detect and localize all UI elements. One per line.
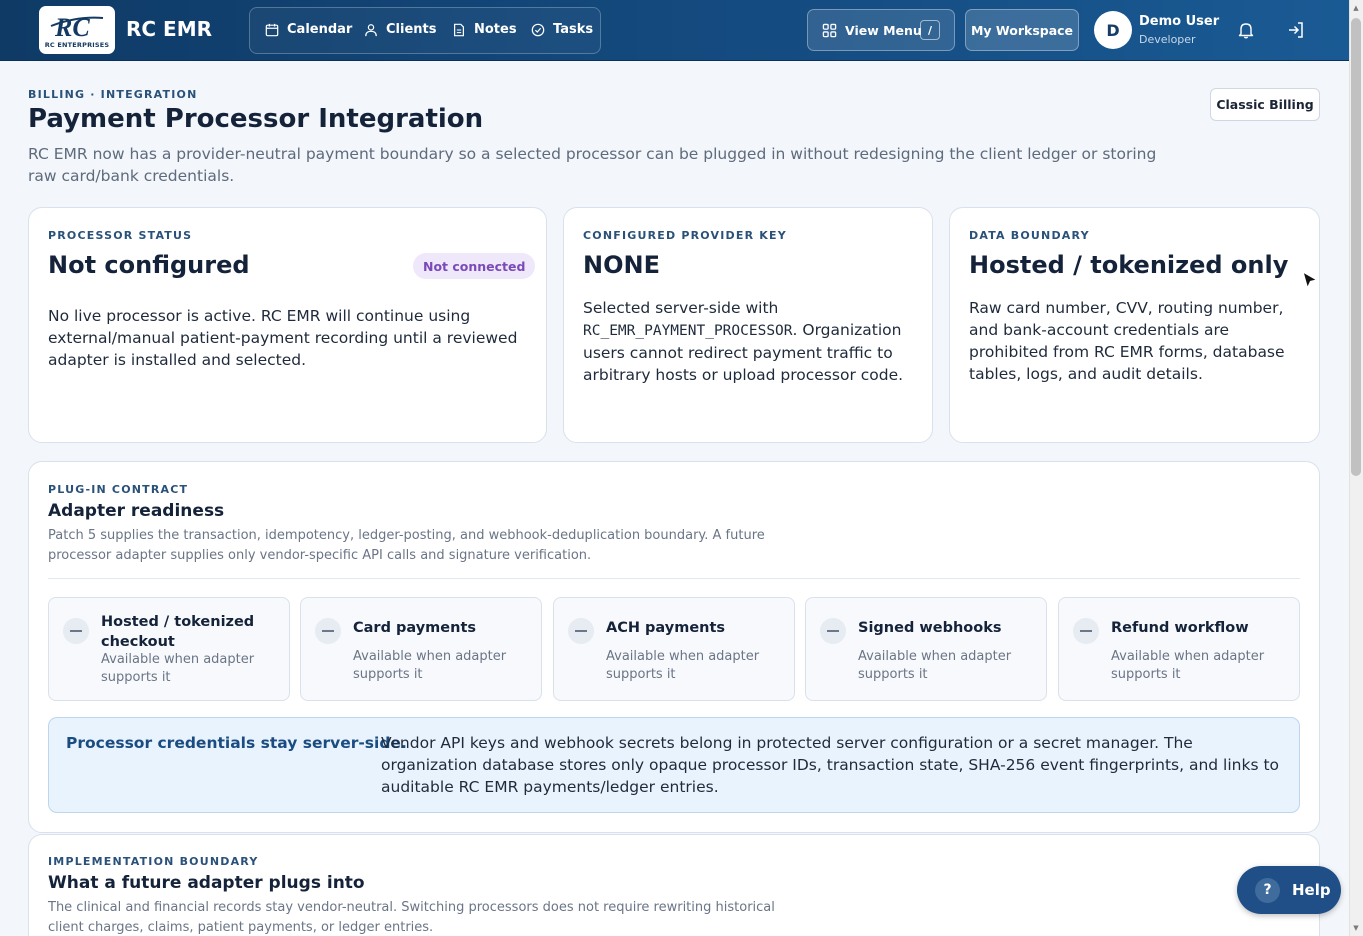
card-eyebrow: CONFIGURED PROVIDER KEY <box>583 229 787 242</box>
capability-card: Hosted / tokenized checkout Available wh… <box>48 597 290 701</box>
capability-title: Hosted / tokenized checkout <box>101 614 255 650</box>
capability-status: Available when adapter supports it <box>858 649 1012 682</box>
nav-tasks-label: Tasks <box>553 22 594 37</box>
provider-key-env-var: RC_EMR_PAYMENT_PROCESSOR <box>583 323 793 339</box>
section-eyebrow: IMPLEMENTATION BOUNDARY <box>48 855 259 868</box>
avatar[interactable]: D <box>1094 11 1132 49</box>
mouse-cursor-icon <box>1302 271 1318 289</box>
capability-title: Refund workflow <box>1111 620 1249 636</box>
check-circle-icon <box>531 23 545 36</box>
provider-key-body: Selected server-side with RC_EMR_PAYMENT… <box>583 297 918 386</box>
section-eyebrow: PLUG-IN CONTRACT <box>48 483 189 496</box>
section-title: Adapter readiness <box>48 501 225 521</box>
status-badge: Not connected <box>413 253 536 279</box>
processor-status-value: Not configured <box>48 251 250 279</box>
calendar-icon <box>265 23 279 36</box>
capability-status: Available when adapter supports it <box>101 652 255 685</box>
logo-mark-icon: RC <box>50 13 104 40</box>
page-eyebrow: BILLING · INTEGRATION <box>28 88 198 101</box>
app-title: RC EMR <box>126 17 213 41</box>
nav-notes-label: Notes <box>474 22 517 37</box>
capability-card: ACH payments Available when adapter supp… <box>553 597 795 701</box>
implementation-boundary-section: IMPLEMENTATION BOUNDARY What a future ad… <box>28 834 1320 936</box>
nav-tasks[interactable]: Tasks <box>531 22 593 37</box>
grid-icon <box>822 23 837 37</box>
help-label: Help <box>1292 881 1331 899</box>
help-button[interactable]: ? Help <box>1237 866 1341 914</box>
top-navigation-bar: RC RC ENTERPRISES RC EMR Calendar Client… <box>0 0 1349 61</box>
pending-icon <box>568 618 594 644</box>
capability-title: Signed webhooks <box>858 620 1002 636</box>
rc-enterprises-logo[interactable]: RC RC ENTERPRISES <box>39 6 115 54</box>
pending-icon <box>1073 618 1099 644</box>
nav-calendar-label: Calendar <box>287 22 353 37</box>
scrollbar-thumb[interactable] <box>1351 18 1361 476</box>
user-icon <box>365 23 377 36</box>
credentials-note: Processor credentials stay server-side. … <box>48 717 1300 813</box>
section-title: What a future adapter plugs into <box>48 873 365 893</box>
capability-title: ACH payments <box>606 620 726 636</box>
section-description: The clinical and financial records stay … <box>48 900 775 935</box>
page-description: RC EMR now has a provider-neutral paymen… <box>28 145 1157 185</box>
logo-text: RC ENTERPRISES <box>44 40 110 49</box>
provider-key-body-prefix: Selected server-side with <box>583 299 779 317</box>
capability-status: Available when adapter supports it <box>353 649 507 682</box>
view-menu-button[interactable]: View Menu / <box>807 9 955 51</box>
primary-nav: Calendar Clients Notes Tasks <box>249 7 601 54</box>
scroll-down-icon[interactable]: ▼ <box>1352 924 1360 932</box>
pending-icon <box>63 618 89 644</box>
help-icon: ? <box>1255 877 1280 903</box>
processor-status-card: PROCESSOR STATUS Not configured Not conn… <box>28 207 547 443</box>
user-name[interactable]: Demo User <box>1139 14 1219 29</box>
data-boundary-value: Hosted / tokenized only <box>969 251 1289 279</box>
nav-calendar[interactable]: Calendar <box>265 22 352 37</box>
note-body: Vendor API keys and webhook secrets belo… <box>381 734 1280 796</box>
classic-billing-button[interactable]: Classic Billing <box>1210 88 1320 121</box>
data-boundary-body: Raw card number, CVV, routing number, an… <box>969 299 1285 383</box>
provider-key-value: NONE <box>583 251 660 279</box>
svg-text:RC: RC <box>54 13 90 40</box>
card-eyebrow: DATA BOUNDARY <box>969 229 1090 242</box>
scroll-up-icon[interactable]: ▲ <box>1352 4 1360 12</box>
capability-card: Refund workflow Available when adapter s… <box>1058 597 1300 701</box>
capability-card: Signed webhooks Available when adapter s… <box>805 597 1047 701</box>
data-boundary-card: DATA BOUNDARY Hosted / tokenized only Ra… <box>949 207 1320 443</box>
document-icon <box>454 23 464 36</box>
adapter-readiness-section: PLUG-IN CONTRACT Adapter readiness Patch… <box>28 461 1320 833</box>
view-menu-shortcut: / <box>920 20 940 40</box>
pending-icon <box>315 618 341 644</box>
pending-icon <box>820 618 846 644</box>
my-workspace-button[interactable]: My Workspace <box>965 9 1079 51</box>
card-eyebrow: PROCESSOR STATUS <box>48 229 193 242</box>
bell-icon[interactable] <box>1236 20 1256 40</box>
user-role: Developer <box>1139 33 1196 46</box>
capability-status: Available when adapter supports it <box>1111 649 1265 682</box>
nav-clients-label: Clients <box>386 22 437 37</box>
provider-key-card: CONFIGURED PROVIDER KEY NONE Selected se… <box>563 207 933 443</box>
capability-status: Available when adapter supports it <box>606 649 760 682</box>
logout-icon[interactable] <box>1286 20 1306 40</box>
capability-title: Card payments <box>353 620 477 636</box>
processor-status-body: No live processor is active. RC EMR will… <box>48 307 518 369</box>
note-title: Processor credentials stay server-side. <box>66 734 407 752</box>
page-title: Payment Processor Integration <box>28 104 484 134</box>
section-description: Patch 5 supplies the transaction, idempo… <box>48 528 765 563</box>
divider <box>48 578 1300 579</box>
view-menu-label: View Menu <box>845 22 922 38</box>
nav-notes[interactable]: Notes <box>452 22 517 37</box>
capability-card: Card payments Available when adapter sup… <box>300 597 542 701</box>
nav-clients[interactable]: Clients <box>364 22 436 37</box>
